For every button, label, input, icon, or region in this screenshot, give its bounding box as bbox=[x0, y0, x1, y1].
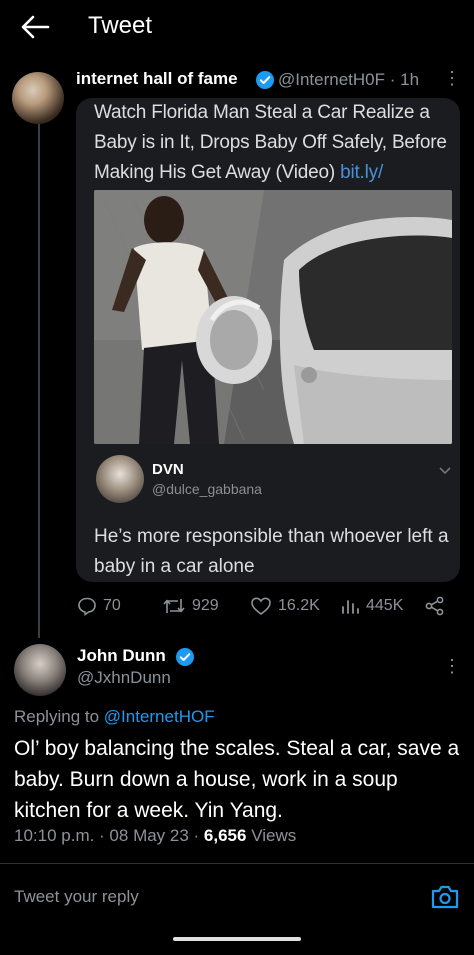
quoted-text: He’s more responsible than whoever left … bbox=[94, 526, 449, 577]
more-options-icon[interactable]: ⋮ bbox=[443, 68, 461, 89]
chevron-down-icon bbox=[439, 467, 451, 475]
quoted-handle: @dulce_gabbana bbox=[152, 481, 262, 497]
home-indicator[interactable] bbox=[173, 937, 301, 941]
embedded-image-card[interactable]: Watch Florida Man Steal a Car Realize a … bbox=[76, 98, 460, 582]
verified-badge-icon bbox=[176, 648, 194, 666]
replying-to-link[interactable]: @InternetHOF bbox=[104, 707, 215, 726]
video-still-photo[interactable] bbox=[94, 190, 452, 444]
reply-icon bbox=[78, 597, 96, 616]
retweet-icon bbox=[163, 599, 185, 613]
verified-badge-icon bbox=[256, 71, 274, 89]
page-title: Tweet bbox=[88, 12, 153, 39]
camera-icon[interactable] bbox=[430, 883, 460, 911]
tweet-meta: 10:10 p.m. · 08 May 23 · 6,656 Views bbox=[14, 826, 297, 845]
avatar[interactable] bbox=[12, 72, 64, 124]
embed-headline: Watch Florida Man Steal a Car Realize a … bbox=[94, 102, 447, 183]
analytics-bars-icon bbox=[342, 600, 359, 614]
reply-count: 70 bbox=[103, 597, 121, 614]
heart-icon bbox=[251, 597, 271, 616]
reply-action[interactable]: 70 bbox=[77, 594, 121, 618]
back-arrow-icon[interactable] bbox=[20, 14, 50, 40]
embed-link[interactable]: bit.ly/ bbox=[340, 162, 383, 183]
quoted-author-name: DVN bbox=[152, 461, 184, 478]
divider bbox=[0, 863, 474, 864]
thread-connector-line bbox=[38, 118, 40, 638]
reply-author-name[interactable]: John Dunn bbox=[77, 646, 166, 666]
reply-text: Ol’ boy balancing the scales. Steal a ca… bbox=[14, 737, 460, 822]
quoted-avatar bbox=[96, 455, 144, 503]
views-action[interactable]: 445K bbox=[340, 594, 403, 618]
views-number: 6,656 bbox=[203, 826, 247, 845]
like-action[interactable]: 16.2K bbox=[250, 594, 320, 618]
view-count: 445K bbox=[366, 597, 404, 614]
reply-handle: @JxhnDunn bbox=[77, 668, 171, 687]
retweet-count: 929 bbox=[192, 597, 219, 614]
tweet-handle-time: @InternetH0F · 1h bbox=[278, 70, 420, 89]
tweet-author-name[interactable]: internet hall of fame bbox=[76, 69, 238, 89]
more-options-icon[interactable]: ⋮ bbox=[443, 656, 461, 677]
avatar[interactable] bbox=[14, 644, 66, 696]
retweet-action[interactable]: 929 bbox=[162, 594, 219, 618]
reply-input[interactable]: Tweet your reply bbox=[14, 887, 139, 907]
like-count: 16.2K bbox=[278, 597, 320, 614]
share-icon[interactable] bbox=[424, 595, 446, 617]
replying-to: Replying to @InternetHOF bbox=[14, 707, 215, 726]
